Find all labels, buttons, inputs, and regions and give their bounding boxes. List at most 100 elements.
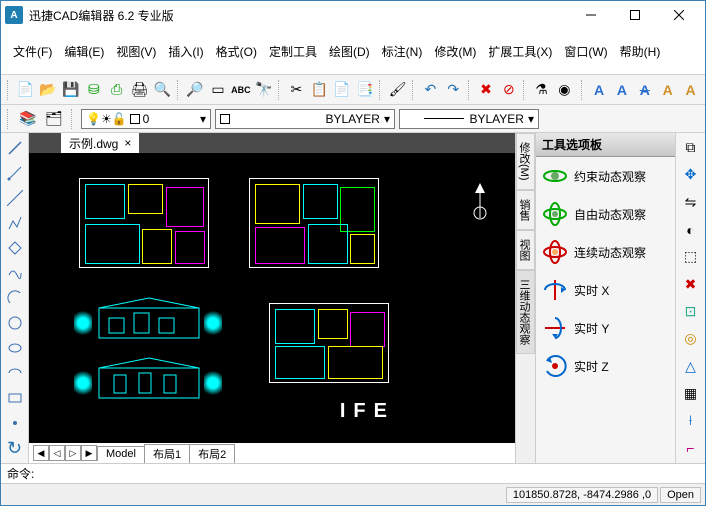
menu-file[interactable]: 文件(F) — [7, 41, 58, 62]
menu-format[interactable]: 格式(O) — [210, 41, 263, 62]
menu-express[interactable]: 扩展工具(X) — [482, 41, 558, 62]
layer-square-icon — [130, 114, 140, 124]
vtab-view[interactable]: 视图 — [516, 230, 535, 270]
tab-nav-first[interactable]: ◀ — [33, 445, 49, 461]
close-button[interactable] — [657, 1, 701, 29]
doc-tab-label: 示例.dwg — [69, 135, 118, 152]
print-icon[interactable]: 🖨 — [129, 79, 150, 101]
layer-manager-icon[interactable]: 📚 — [17, 108, 39, 130]
palette-item-realtime-z[interactable]: 实时 Z — [536, 347, 675, 385]
menu-dimension[interactable]: 标注(N) — [376, 41, 429, 62]
palette-item-realtime-y[interactable]: 实时 Y — [536, 309, 675, 347]
paste-special-icon[interactable]: 📑 — [355, 79, 376, 101]
tab-layout1[interactable]: 布局1 — [144, 444, 190, 463]
erase-tool-icon[interactable]: ✖ — [680, 274, 702, 295]
color-combo[interactable]: BYLAYER ▾ — [215, 109, 395, 129]
new-icon[interactable]: 📄 — [15, 79, 36, 101]
recover-icon[interactable]: ◉ — [554, 79, 575, 101]
spell-icon[interactable]: ABC — [230, 79, 251, 101]
redo-icon[interactable]: ↷ — [443, 79, 464, 101]
tab-model[interactable]: Model — [97, 446, 145, 461]
print-preview-icon[interactable]: 🔍 — [152, 79, 173, 101]
tab-nav-prev[interactable]: ◁ — [49, 445, 65, 461]
xline-icon[interactable] — [4, 187, 26, 208]
rotate-tool-icon[interactable]: ◐ — [680, 219, 702, 240]
rectangle-icon[interactable] — [4, 388, 26, 409]
export-icon[interactable]: ⎙ — [106, 79, 127, 101]
tab-layout2[interactable]: 布局2 — [189, 444, 235, 463]
undo-tool-icon[interactable]: ↻ — [4, 438, 26, 459]
open-icon[interactable]: 📂 — [38, 79, 59, 101]
polygon-icon[interactable] — [4, 237, 26, 258]
ellipse-arc-icon[interactable] — [4, 363, 26, 384]
mirror-tool-icon[interactable]: ⇋ — [680, 192, 702, 213]
find-icon[interactable]: 🔎 — [185, 79, 206, 101]
menu-insert[interactable]: 插入(I) — [162, 41, 209, 62]
pline-icon[interactable] — [4, 212, 26, 233]
menu-window[interactable]: 窗口(W) — [558, 41, 613, 62]
doc-tab-active[interactable]: 示例.dwg × — [61, 133, 139, 154]
close-tab-icon[interactable]: × — [124, 136, 131, 150]
delete-icon[interactable]: ✖ — [476, 79, 497, 101]
maximize-button[interactable] — [613, 1, 657, 29]
menu-modify[interactable]: 修改(M) — [428, 41, 482, 62]
text-a4-icon[interactable]: A — [657, 79, 678, 101]
audit-icon[interactable]: ⚗ — [531, 79, 552, 101]
vertical-tabs: 修改(M) 销售 视图 三维动态观察 — [515, 133, 535, 463]
text-a1-icon[interactable]: A — [589, 79, 610, 101]
ray-icon[interactable] — [4, 162, 26, 183]
text-a5-icon[interactable]: A — [680, 79, 701, 101]
explode-tool-icon[interactable]: △ — [680, 356, 702, 377]
palette-label: 自由动态观察 — [574, 206, 646, 223]
trim-tool-icon[interactable]: ⟊ — [680, 410, 702, 431]
layer-state-icon[interactable]: 🗂 — [43, 108, 65, 130]
text-a3-icon[interactable]: A — [634, 79, 655, 101]
move-tool-icon[interactable]: ✥ — [680, 164, 702, 185]
scale-tool-icon[interactable]: ⬚ — [680, 246, 702, 267]
vtab-3dorbit[interactable]: 三维动态观察 — [516, 270, 535, 354]
ellipse-icon[interactable] — [4, 338, 26, 359]
tab-nav-next[interactable]: ▷ — [65, 445, 81, 461]
break-tool-icon[interactable]: ⊡ — [680, 301, 702, 322]
save-all-icon[interactable]: ⛁ — [83, 79, 104, 101]
menu-view[interactable]: 视图(V) — [110, 41, 162, 62]
cancel-icon[interactable]: ⊘ — [498, 79, 519, 101]
copy-tool-icon[interactable]: ⧉ — [680, 137, 702, 158]
vtab-sales[interactable]: 销售 — [516, 190, 535, 230]
menu-help[interactable]: 帮助(H) — [614, 41, 667, 62]
extend-tool-icon[interactable]: ⌐ — [680, 438, 702, 459]
copy-icon[interactable]: 📋 — [309, 79, 330, 101]
command-line[interactable]: 命令: — [1, 463, 705, 483]
lineweight-combo[interactable]: BYLAYER ▾ — [399, 109, 539, 129]
cut-icon[interactable]: ✂ — [286, 79, 307, 101]
drawing-canvas[interactable]: IFE — [29, 153, 515, 443]
array-tool-icon[interactable]: ▦ — [680, 383, 702, 404]
spline-icon[interactable] — [4, 262, 26, 283]
offset-tool-icon[interactable]: ◎ — [680, 328, 702, 349]
arc-icon[interactable] — [4, 287, 26, 308]
text-a2-icon[interactable]: A — [612, 79, 633, 101]
paste-icon[interactable]: 📄 — [332, 79, 353, 101]
save-icon[interactable]: 💾 — [61, 79, 82, 101]
palette-label: 实时 X — [574, 282, 609, 299]
point-icon[interactable] — [4, 413, 26, 434]
menu-edit[interactable]: 编辑(E) — [58, 41, 110, 62]
layer-combo[interactable]: 💡 ☀ 🔓 0 ▾ — [81, 109, 211, 129]
binoculars-icon[interactable]: 🔭 — [253, 79, 274, 101]
palette-item-constrained-orbit[interactable]: 约束动态观察 — [536, 157, 675, 195]
app-icon: A — [5, 6, 23, 24]
circle-icon[interactable] — [4, 313, 26, 334]
palette-item-continuous-orbit[interactable]: 连续动态观察 — [536, 233, 675, 271]
vtab-modify[interactable]: 修改(M) — [516, 133, 535, 190]
line-icon[interactable] — [4, 137, 26, 158]
tab-nav-last[interactable]: ▶ — [81, 445, 97, 461]
palette-item-free-orbit[interactable]: 自由动态观察 — [536, 195, 675, 233]
dropdown-icon: ▾ — [528, 112, 534, 126]
select-icon[interactable]: ▭ — [208, 79, 229, 101]
palette-item-realtime-x[interactable]: 实时 X — [536, 271, 675, 309]
menu-custom-tools[interactable]: 定制工具 — [263, 41, 323, 62]
menu-draw[interactable]: 绘图(D) — [323, 41, 376, 62]
match-prop-icon[interactable]: 🖌 — [387, 79, 408, 101]
undo-icon[interactable]: ↶ — [420, 79, 441, 101]
minimize-button[interactable] — [569, 1, 613, 29]
